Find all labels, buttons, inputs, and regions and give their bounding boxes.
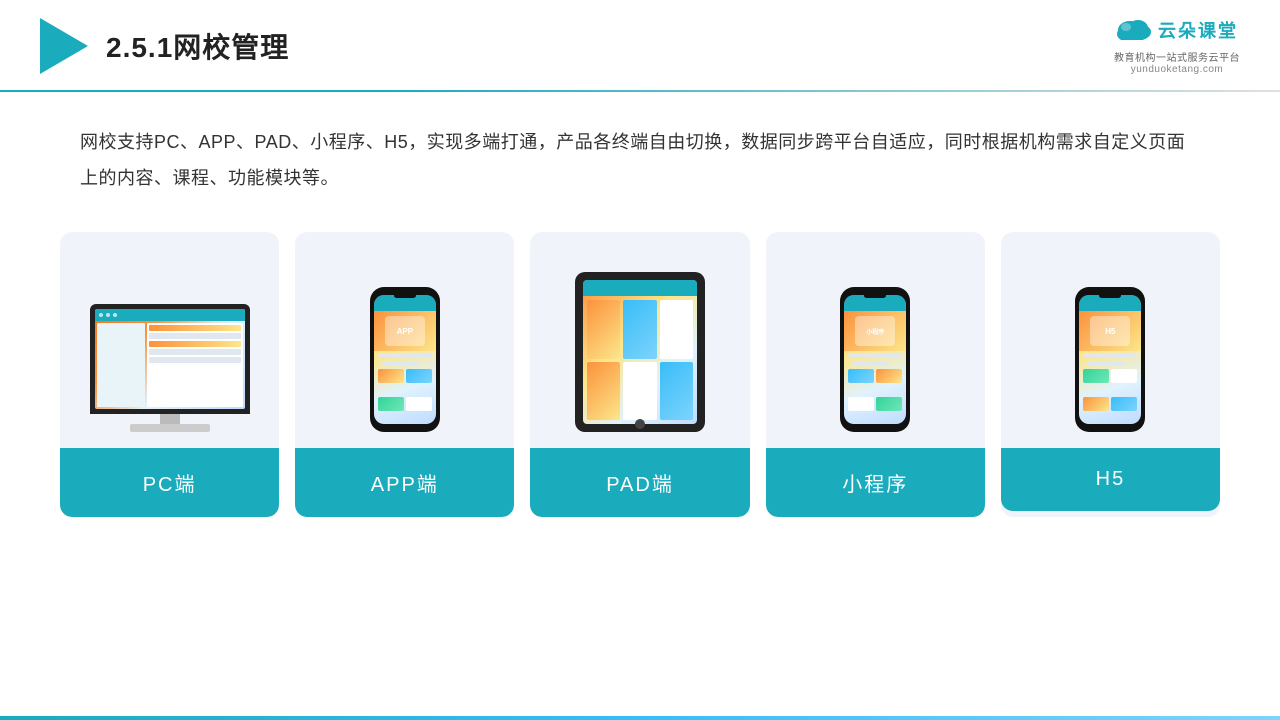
card-miniprogram: 小程序 小程序 [766,232,985,517]
tablet-home-btn [635,419,645,429]
pc-mockup [90,304,250,432]
description-text: 网校支持PC、APP、PAD、小程序、H5，实现多端打通，产品各终端自由切换，数… [80,124,1200,196]
bottom-accent [0,716,1280,720]
h5-image-area: H5 [1011,252,1210,432]
tablet-outer [575,272,705,432]
description: 网校支持PC、APP、PAD、小程序、H5，实现多端打通，产品各终端自由切换，数… [0,92,1280,196]
mini-img-placeholder: 小程序 [855,316,895,346]
label-pad: PAD端 [530,448,749,517]
label-app: APP端 [295,448,514,517]
app-image-area: APP [305,252,504,432]
pc-screen-outer [90,304,250,414]
header: 2.5.1网校管理 云朵课堂 教育机构一站式服务云平台 yunduoketang… [0,0,1280,74]
brand-name: 云朵课堂 [1158,17,1238,43]
pc-base [130,424,210,432]
pad-image-area [540,252,739,432]
phone-mockup-mini: 小程序 [840,287,910,432]
pc-image-area [70,252,269,432]
phone-mockup-app: APP [370,287,440,432]
brand-tagline: 教育机构一站式服务云平台 [1114,49,1240,64]
phone-outer-mini: 小程序 [840,287,910,432]
pc-screen-inner [95,309,245,409]
phone-notch-app [394,293,416,298]
card-pad: PAD端 [530,232,749,517]
logo-triangle [40,18,88,74]
phone-outer-h5: H5 [1075,287,1145,432]
phone-notch-h5 [1099,293,1121,298]
pc-neck [160,414,180,424]
pc-screen-bar [95,309,245,321]
brand-url: yunduoketang.com [1131,64,1224,75]
label-h5: H5 [1001,448,1220,511]
h5-img-placeholder: H5 [1090,316,1130,346]
tablet-mockup [575,272,705,432]
card-h5: H5 H5 [1001,232,1220,517]
miniprogram-image-area: 小程序 [776,252,975,432]
card-app: APP APP端 [295,232,514,517]
label-pc: PC端 [60,448,279,517]
tablet-screen [583,280,697,424]
phone-notch-mini [864,293,886,298]
phone-outer-app: APP [370,287,440,432]
phone-screen-mini: 小程序 [844,295,906,424]
cards-container: PC端 APP [0,196,1280,517]
brand-logo: 云朵课堂 教育机构一站式服务云平台 yunduoketang.com [1114,12,1240,75]
card-pc: PC端 [60,232,279,517]
phone-screen-app: APP [374,295,436,424]
label-miniprogram: 小程序 [766,448,985,517]
phone-mockup-h5: H5 [1075,287,1145,432]
cloud-icon [1116,12,1152,47]
app-img-placeholder: APP [385,316,425,346]
phone-screen-h5: H5 [1079,295,1141,424]
page-title: 2.5.1网校管理 [106,26,289,66]
